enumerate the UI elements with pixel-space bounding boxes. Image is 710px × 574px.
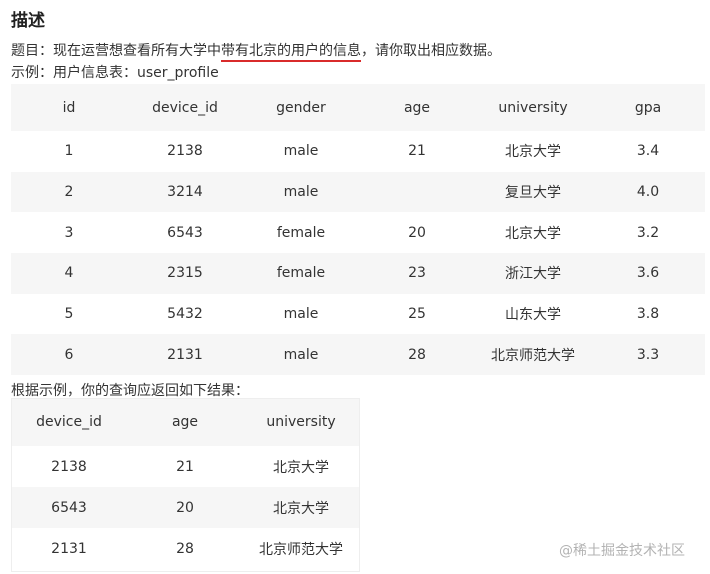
cell-device-id: 6543 [127,212,243,254]
question-suffix: ，请你取出相应数据。 [361,43,501,59]
question-text: 题目：现在运营想查看所有大学中带有北京的用户的信息，请你取出相应数据。 [11,40,501,62]
cell-age: 28 [127,528,243,569]
cell-gender: male [243,334,359,376]
cell-age: 23 [359,253,475,294]
user-profile-table: id device_id gender age university gpa 1… [11,84,705,376]
table-row: 2 3214 male 复旦大学 4.0 [11,171,705,213]
cell-device-id: 2138 [11,446,127,487]
cell-gpa: 3.4 [591,131,705,172]
table-row: 5 5432 male 25 山东大学 3.8 [11,293,705,335]
cell-university: 北京大学 [475,212,591,254]
cell-id: 5 [11,293,127,335]
cell-university: 北京师范大学 [243,528,359,569]
cell-device-id: 5432 [127,293,243,335]
table-header-row: device_id age university [11,398,359,446]
cell-device-id: 2131 [127,334,243,376]
question-highlight: 带有北京的用户的信息 [221,43,361,62]
cell-gender: female [243,212,359,254]
cell-age: 21 [359,131,475,172]
cell-gpa: 3.2 [591,212,705,254]
cell-age: 28 [359,334,475,376]
column-header-device-id: device_id [127,84,243,131]
cell-age [359,171,475,213]
table-row: 2138 21 北京大学 [11,446,359,487]
cell-device-id: 2131 [11,528,127,569]
cell-device-id: 3214 [127,171,243,213]
cell-age: 20 [359,212,475,254]
column-header-age: age [127,398,243,446]
cell-gpa: 4.0 [591,171,705,213]
cell-id: 2 [11,171,127,213]
table-row: 1 2138 male 21 北京大学 3.4 [11,131,705,172]
section-heading: 描述 [11,11,45,31]
table-row: 6543 20 北京大学 [11,487,359,528]
table-row: 4 2315 female 23 浙江大学 3.6 [11,253,705,294]
cell-id: 4 [11,253,127,294]
column-header-gpa: gpa [591,84,705,131]
table-row: 6 2131 male 28 北京师范大学 3.3 [11,334,705,376]
cell-gpa: 3.3 [591,334,705,376]
cell-university: 北京师范大学 [475,334,591,376]
result-label: 根据示例，你的查询应返回如下结果： [11,383,249,399]
cell-university: 北京大学 [243,487,359,528]
cell-university: 浙江大学 [475,253,591,294]
cell-id: 6 [11,334,127,376]
column-header-age: age [359,84,475,131]
watermark: @稀土掘金技术社区 [559,543,685,559]
cell-university: 山东大学 [475,293,591,335]
column-header-device-id: device_id [11,398,127,446]
cell-university: 北京大学 [243,446,359,487]
cell-university: 复旦大学 [475,171,591,213]
cell-age: 25 [359,293,475,335]
cell-age: 21 [127,446,243,487]
column-header-id: id [11,84,127,131]
cell-gender: male [243,171,359,213]
cell-gpa: 3.6 [591,253,705,294]
result-table: device_id age university 2138 21 北京大学 65… [11,398,359,569]
cell-gender: male [243,293,359,335]
table-row: 2131 28 北京师范大学 [11,528,359,569]
cell-gender: male [243,131,359,172]
example-label: 示例：用户信息表：user_profile [11,65,219,81]
cell-university: 北京大学 [475,131,591,172]
question-prefix: 题目：现在运营想查看所有大学中 [11,43,221,59]
cell-device-id: 2315 [127,253,243,294]
cell-gender: female [243,253,359,294]
cell-device-id: 6543 [11,487,127,528]
cell-id: 1 [11,131,127,172]
table-header-row: id device_id gender age university gpa [11,84,705,131]
cell-device-id: 2138 [127,131,243,172]
column-header-gender: gender [243,84,359,131]
column-header-university: university [243,398,359,446]
cell-id: 3 [11,212,127,254]
cell-gpa: 3.8 [591,293,705,335]
table-row: 3 6543 female 20 北京大学 3.2 [11,212,705,254]
cell-age: 20 [127,487,243,528]
column-header-university: university [475,84,591,131]
